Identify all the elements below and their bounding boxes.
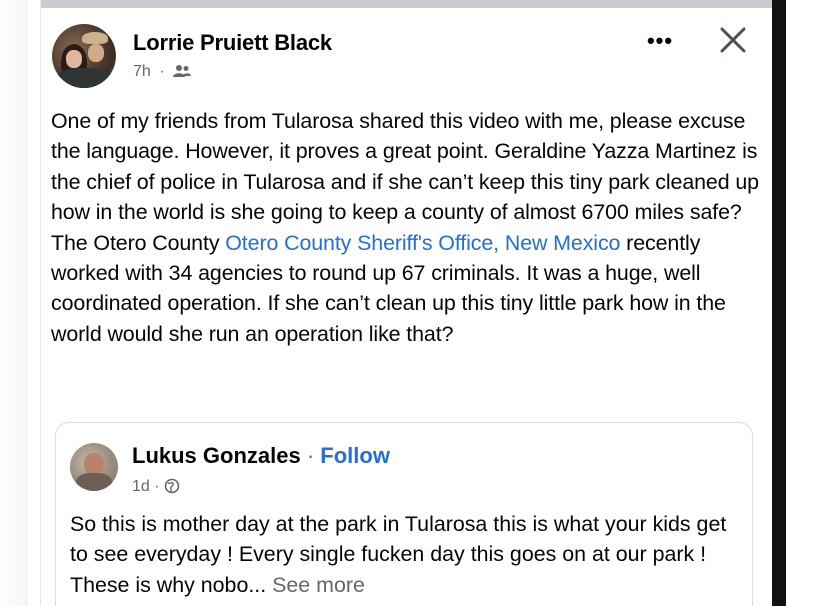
shared-post-text: So this is mother day at the park in Tul…	[70, 512, 727, 597]
follow-button[interactable]: Follow	[320, 443, 390, 468]
shared-author-line: Lukus Gonzales · Follow	[132, 443, 390, 469]
post-time[interactable]: 7h	[133, 63, 151, 80]
author-name[interactable]: Lorrie Pruiett Black	[133, 30, 332, 56]
more-options-button[interactable]: •••	[645, 26, 675, 56]
shared-post-time[interactable]: 1d	[132, 478, 150, 495]
see-more-link[interactable]: See more	[272, 573, 365, 597]
post-meta: 7h ·	[133, 62, 192, 81]
shared-post-card[interactable]: Lukus Gonzales · Follow 1d · So this is …	[55, 422, 753, 606]
shared-post-body: So this is mother day at the park in Tul…	[70, 509, 740, 600]
friends-icon[interactable]	[173, 64, 192, 78]
close-icon[interactable]	[717, 24, 749, 56]
page-tag-link[interactable]: Otero County Sheriff's Office, New Mexic…	[225, 231, 620, 255]
screenshot-frame: Lorrie Pruiett Black 7h · ••• One of my …	[0, 0, 828, 606]
shared-author-avatar[interactable]	[70, 443, 118, 491]
shared-meta-separator: ·	[154, 478, 160, 495]
globe-icon[interactable]	[164, 478, 180, 494]
post-body: One of my friends from Tularosa shared t…	[51, 106, 761, 349]
shared-post-meta: 1d ·	[132, 475, 180, 496]
author-avatar[interactable]	[52, 24, 116, 88]
meta-separator: ·	[159, 63, 165, 80]
shared-author-name[interactable]: Lukus Gonzales	[132, 443, 301, 468]
name-separator: ·	[300, 443, 321, 468]
left-margin	[0, 0, 28, 606]
top-divider	[41, 0, 773, 8]
right-edge-bar	[772, 0, 786, 606]
right-margin	[786, 0, 828, 606]
facebook-post-card: Lorrie Pruiett Black 7h · ••• One of my …	[40, 0, 773, 606]
